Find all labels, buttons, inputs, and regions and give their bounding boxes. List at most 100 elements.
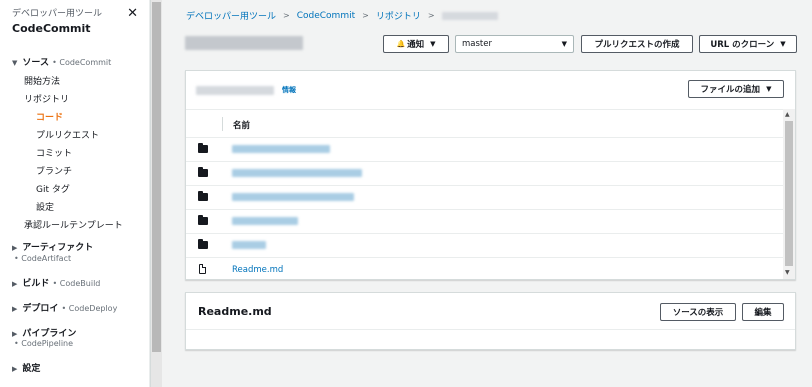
folder-icon [198, 143, 208, 153]
caret-down-icon: ▼ [561, 40, 567, 48]
sidebar-product-title: CodeCommit [12, 22, 91, 35]
main-content: デベロッパー用ツール > CodeCommit > リポジトリ > 🔔 通知 ▼… [163, 0, 812, 387]
view-source-button[interactable]: ソースの表示 [660, 303, 736, 321]
sidebar-scroll-thumb[interactable] [152, 2, 161, 352]
sidebar-section-sub: • CodePipeline [14, 339, 74, 348]
clone-url-label: URL のクローン [710, 40, 775, 50]
triangle-right-icon: ▶ [12, 330, 18, 338]
sidebar-section-pipeline[interactable]: ▶ パイプライン [12, 326, 76, 339]
sidebar-section-sub: • CodeDeploy [61, 304, 118, 313]
triangle-down-icon: ▼ [12, 59, 18, 67]
sidebar: デベロッパー用ツール CodeCommit ✕ ▼ ソース • CodeCommi… [0, 0, 150, 387]
folder-name-redacted[interactable] [232, 145, 330, 153]
chevron-right-icon: > [362, 11, 369, 20]
notify-label: 通知 [407, 40, 425, 50]
sidebar-section-artifact[interactable]: ▶ アーティファクト [12, 240, 93, 253]
files-panel: 情報 ファイルの追加 ▼ 名前 Readme.md ▲ ▼ [185, 70, 796, 280]
sidebar-item-settings[interactable]: 設定 [36, 200, 54, 213]
caret-down-icon: ▼ [430, 40, 436, 48]
scroll-up-icon[interactable]: ▲ [785, 111, 790, 118]
table-scroll-thumb[interactable] [785, 121, 793, 266]
bell-icon: 🔔 [396, 40, 406, 48]
sidebar-section-label: アーティファクト [22, 243, 94, 253]
sidebar-item-git-tags[interactable]: Git タグ [36, 182, 70, 195]
sidebar-section-label: ビルド [22, 279, 50, 289]
sidebar-section-sub: • CodeBuild [52, 279, 101, 288]
caret-down-icon: ▼ [780, 40, 786, 48]
folder-icon [198, 191, 208, 201]
sidebar-item-approval-rule-templates[interactable]: 承認ルールテンプレート [24, 218, 123, 231]
file-table: 名前 Readme.md [186, 109, 783, 279]
table-row[interactable] [186, 186, 783, 210]
view-source-label: ソースの表示 [672, 308, 724, 318]
clone-url-button[interactable]: URL のクローン ▼ [699, 35, 797, 53]
sidebar-section-label: 設定 [22, 364, 41, 374]
sidebar-item-commits[interactable]: コミット [36, 146, 72, 159]
table-row[interactable] [186, 210, 783, 234]
sidebar-section-label: パイプライン [22, 329, 77, 339]
create-pull-request-button[interactable]: プルリクエストの作成 [581, 35, 693, 53]
sidebar-section-source[interactable]: ▼ ソース • CodeCommit [12, 55, 111, 68]
column-header-name[interactable]: 名前 [233, 119, 250, 131]
divider [186, 329, 795, 330]
chevron-right-icon: > [427, 11, 435, 20]
sidebar-item-code[interactable]: コード [36, 110, 63, 123]
table-row[interactable] [186, 234, 783, 258]
sidebar-item-repositories[interactable]: リポジトリ [24, 92, 69, 105]
sidebar-item-pull-requests[interactable]: プルリクエスト [36, 128, 99, 141]
sidebar-section-deploy[interactable]: ▶ デプロイ • CodeDeploy [12, 301, 117, 314]
edit-label: 編集 [754, 308, 772, 318]
table-row[interactable] [186, 138, 783, 162]
triangle-right-icon: ▶ [12, 305, 18, 313]
table-scrollbar[interactable]: ▲ ▼ [783, 109, 795, 279]
sidebar-item-branches[interactable]: ブランチ [36, 164, 72, 177]
sidebar-section-settings[interactable]: ▶ 設定 [12, 361, 40, 374]
sidebar-header: デベロッパー用ツール CodeCommit ✕ [12, 6, 142, 35]
sidebar-item-getting-started[interactable]: 開始方法 [24, 74, 60, 87]
info-link[interactable]: 情報 [282, 85, 296, 95]
repo-name-redacted [196, 85, 274, 95]
notify-button[interactable]: 🔔 通知 ▼ [383, 35, 449, 53]
scroll-down-icon[interactable]: ▼ [785, 269, 790, 276]
folder-name-redacted[interactable] [232, 217, 298, 225]
file-icon [199, 264, 206, 274]
column-divider [222, 117, 223, 131]
add-file-label: ファイルの追加 [700, 85, 761, 95]
table-row[interactable]: Readme.md [186, 258, 783, 282]
chevron-right-icon: > [283, 11, 290, 20]
close-icon[interactable]: ✕ [127, 6, 138, 21]
folder-icon [198, 239, 208, 249]
triangle-right-icon: ▶ [12, 280, 18, 288]
page-title-redacted [185, 36, 303, 53]
sidebar-section-sub: • CodeCommit [52, 58, 112, 67]
breadcrumb-codecommit[interactable]: CodeCommit [297, 11, 355, 21]
sidebar-scrollbar[interactable] [150, 0, 162, 387]
branch-select[interactable]: master ▼ [455, 35, 574, 53]
breadcrumb: デベロッパー用ツール > CodeCommit > リポジトリ > [186, 9, 498, 22]
add-file-button[interactable]: ファイルの追加 ▼ [688, 80, 784, 98]
triangle-right-icon: ▶ [12, 244, 18, 252]
files-panel-header: 情報 [196, 85, 296, 95]
branch-select-value: master [462, 39, 492, 49]
sidebar-section-label: ソース [22, 58, 49, 68]
folder-name-redacted[interactable] [232, 169, 362, 177]
sidebar-section-build[interactable]: ▶ ビルド • CodeBuild [12, 276, 100, 289]
breadcrumb-repositories[interactable]: リポジトリ [376, 9, 421, 22]
table-row[interactable] [186, 162, 783, 186]
edit-button[interactable]: 編集 [742, 303, 784, 321]
caret-down-icon: ▼ [766, 85, 772, 93]
create-pull-request-label: プルリクエストの作成 [594, 40, 680, 50]
readme-panel: Readme.md ソースの表示 編集 [185, 292, 796, 350]
breadcrumb-repo-name-redacted [441, 11, 498, 20]
triangle-right-icon: ▶ [12, 365, 18, 373]
readme-file-link[interactable]: Readme.md [232, 265, 283, 275]
breadcrumb-developer-tools[interactable]: デベロッパー用ツール [186, 9, 276, 22]
folder-icon [198, 215, 208, 225]
sidebar-service-label: デベロッパー用ツール [12, 9, 103, 19]
readme-title: Readme.md [198, 305, 272, 318]
folder-name-redacted[interactable] [232, 193, 354, 201]
folder-icon [198, 167, 208, 177]
folder-name-redacted[interactable] [232, 241, 266, 249]
sidebar-section-sub: • CodeArtifact [14, 254, 72, 263]
table-header: 名前 [186, 110, 783, 138]
